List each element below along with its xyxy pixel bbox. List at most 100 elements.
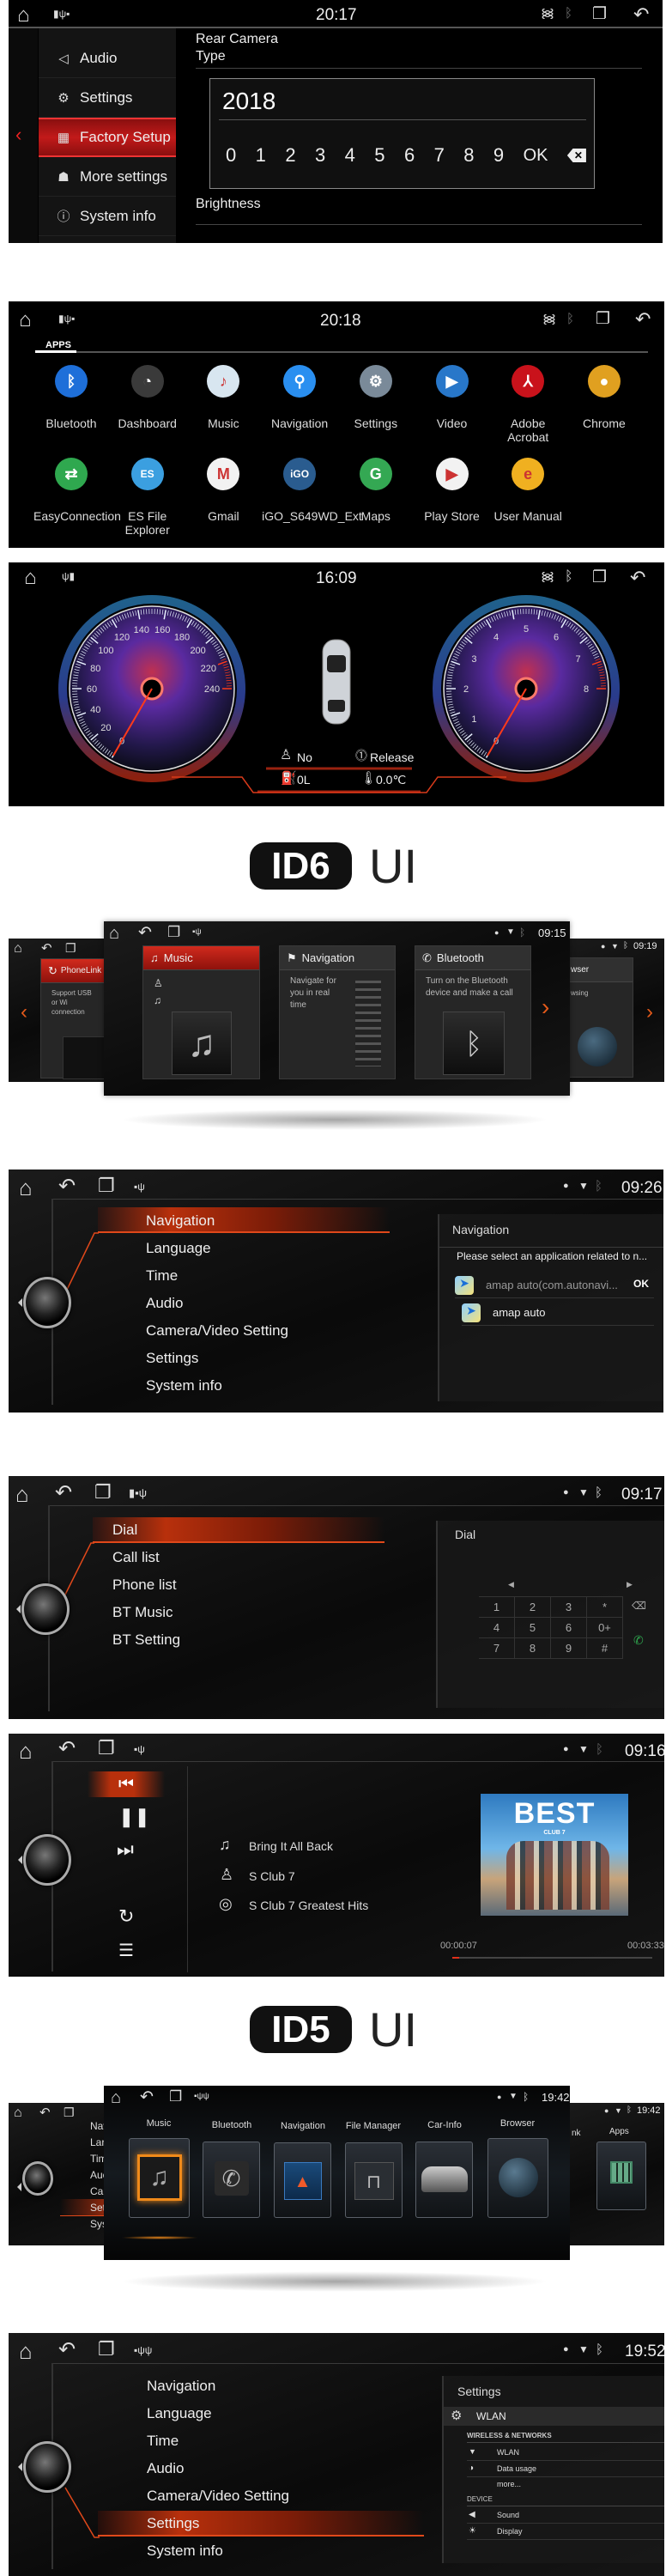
- settings-item-sound[interactable]: ◀ Sound: [467, 2507, 664, 2524]
- dial-key[interactable]: 0+: [587, 1618, 623, 1638]
- settings-item-data-usage[interactable]: ◑ Data usage: [467, 2461, 664, 2477]
- app-dashboard[interactable]: ◔ Dashboard: [110, 365, 185, 430]
- back-icon[interactable]: ↶: [41, 942, 52, 955]
- dial-key[interactable]: 3: [551, 1597, 587, 1618]
- app-adobe-acrobat[interactable]: ⅄ Adobe Acrobat: [490, 365, 566, 444]
- key-7[interactable]: 7: [434, 144, 445, 167]
- home-icon[interactable]: ⌂: [14, 2106, 22, 2120]
- menu-item-more-settings[interactable]: ☗ More settings: [39, 157, 176, 197]
- key-9[interactable]: 9: [493, 144, 504, 167]
- back-icon[interactable]: ↶: [58, 1739, 76, 1759]
- back-icon[interactable]: ↶: [138, 925, 152, 941]
- recents-icon[interactable]: ❐: [592, 6, 607, 22]
- app-maps[interactable]: G Maps: [338, 458, 414, 523]
- backspace-icon[interactable]: ⌫: [632, 1601, 646, 1611]
- key-2[interactable]: 2: [285, 144, 295, 167]
- idrive-knob[interactable]: [17, 2161, 53, 2196]
- chevron-right-icon[interactable]: ›: [646, 1002, 653, 1023]
- app-gmail[interactable]: M Gmail: [185, 458, 261, 523]
- menu-item-settings[interactable]: ⚙ Settings: [39, 78, 176, 118]
- back-icon[interactable]: ↶: [633, 5, 649, 24]
- menu-item-audio[interactable]: ◁ Audio: [39, 39, 176, 78]
- arrow-right-icon[interactable]: ▶: [627, 1581, 633, 1589]
- repeat-button[interactable]: ↻: [118, 1907, 134, 1926]
- card-navigation[interactable]: ⚑ Navigation Navigate for you in real tim…: [279, 945, 396, 1079]
- dial-key[interactable]: #: [587, 1638, 623, 1659]
- settings-item-display[interactable]: ☀ Display: [467, 2524, 664, 2540]
- back-icon[interactable]: ↶: [39, 2106, 51, 2119]
- recents-icon[interactable]: ❐: [98, 1739, 115, 1758]
- app-igo-s649wd-ext[interactable]: iGO iGO_S649WD_Ext: [262, 458, 362, 523]
- key-0[interactable]: 0: [226, 144, 236, 167]
- file-manager-tile[interactable]: ⊓: [345, 2142, 403, 2218]
- settings-header-row[interactable]: ⚙ WLAN: [444, 2407, 664, 2426]
- app-play-store[interactable]: ▶ Play Store: [415, 458, 490, 523]
- pause-button[interactable]: ❚❚: [118, 1807, 150, 1826]
- home-icon[interactable]: ⌂: [111, 2089, 121, 2106]
- app-settings[interactable]: ⚙ Settings: [338, 365, 414, 430]
- key-8[interactable]: 8: [463, 144, 474, 167]
- recents-icon[interactable]: ❐: [596, 311, 610, 327]
- back-icon[interactable]: ↶: [635, 310, 651, 329]
- menu-item[interactable]: Lar: [90, 2136, 105, 2148]
- key-1[interactable]: 1: [256, 144, 266, 167]
- app-es-file-explorer[interactable]: ES ES File Explorer: [110, 458, 185, 537]
- tab-apps[interactable]: APPS: [45, 340, 71, 350]
- settings-item-wlan[interactable]: ▼ WLAN: [467, 2445, 664, 2461]
- key-3[interactable]: 3: [315, 144, 325, 167]
- dial-key[interactable]: 5: [515, 1618, 551, 1638]
- car-info-tile[interactable]: [415, 2142, 473, 2218]
- idrive-knob[interactable]: [18, 1277, 71, 1328]
- home-icon[interactable]: ⌂: [19, 310, 32, 331]
- app-option-amap-default[interactable]: ➤ amap auto(com.autonavi... OK: [455, 1274, 654, 1298]
- navigation-tile[interactable]: ▲: [274, 2142, 331, 2218]
- dial-key[interactable]: 7: [479, 1638, 515, 1659]
- key-4[interactable]: 4: [345, 144, 355, 167]
- apps-tile[interactable]: [596, 2142, 646, 2210]
- app-bluetooth[interactable]: ᛒ Bluetooth: [33, 365, 109, 430]
- chevron-right-icon[interactable]: ›: [542, 995, 549, 1019]
- recents-icon[interactable]: ❐: [169, 2089, 182, 2104]
- home-icon[interactable]: ⌂: [109, 925, 119, 942]
- recents-icon[interactable]: ❐: [64, 2106, 75, 2118]
- menu-item-system-info[interactable]: ⓘ System info: [39, 197, 176, 236]
- card-music[interactable]: ♫ Music ♙ ♫ ♫: [142, 945, 260, 1079]
- arrow-left-icon[interactable]: ◀: [508, 1581, 514, 1589]
- home-icon[interactable]: ⌂: [17, 5, 30, 26]
- dial-key[interactable]: 1: [479, 1597, 515, 1618]
- playlist-button[interactable]: ☰: [118, 1942, 134, 1959]
- dial-key[interactable]: 9: [551, 1638, 587, 1659]
- home-icon[interactable]: ⌂: [14, 942, 22, 956]
- app-easyconnection[interactable]: ⇄ EasyConnection: [33, 458, 121, 523]
- back-icon[interactable]: ↶: [140, 2089, 154, 2105]
- dial-key[interactable]: *: [587, 1597, 623, 1618]
- app-navigation[interactable]: ⚲ Navigation: [262, 365, 337, 430]
- ok-button[interactable]: OK: [633, 1278, 649, 1290]
- home-icon[interactable]: ⌂: [19, 1740, 33, 1762]
- backspace-icon[interactable]: ✕: [566, 149, 586, 162]
- app-video[interactable]: ▶ Video: [415, 365, 490, 430]
- settings-item-more[interactable]: more...: [467, 2477, 664, 2493]
- idrive-knob[interactable]: [18, 1834, 71, 1886]
- key-6[interactable]: 6: [404, 144, 415, 167]
- app-option-amap[interactable]: ➤ amap auto: [462, 1302, 654, 1326]
- menu-item-factory-setup[interactable]: ▦ Factory Setup: [39, 118, 176, 157]
- browser-tile[interactable]: [487, 2138, 548, 2218]
- call-icon[interactable]: ✆: [633, 1634, 644, 1646]
- previous-button[interactable]: ⏮: [88, 1771, 165, 1797]
- chevron-left-icon[interactable]: ‹: [21, 1002, 27, 1023]
- chevron-left-icon[interactable]: ‹: [15, 125, 21, 144]
- card-bluetooth[interactable]: ✆ Bluetooth Turn on the Bluetooth device …: [415, 945, 531, 1079]
- bluetooth-tile[interactable]: ✆: [203, 2142, 260, 2218]
- key-ok[interactable]: OK: [524, 146, 548, 166]
- dial-key[interactable]: 2: [515, 1597, 551, 1618]
- idrive-knob[interactable]: [16, 1583, 70, 1635]
- recents-icon[interactable]: ❐: [167, 925, 180, 939]
- dial-key[interactable]: 6: [551, 1618, 587, 1638]
- dial-key[interactable]: 4: [479, 1618, 515, 1638]
- app-user-manual[interactable]: e User Manual: [490, 458, 566, 523]
- music-tile[interactable]: ♫: [129, 2138, 190, 2218]
- number-input-field[interactable]: 2018: [222, 88, 275, 115]
- idrive-knob[interactable]: [18, 2441, 71, 2493]
- key-5[interactable]: 5: [374, 144, 384, 167]
